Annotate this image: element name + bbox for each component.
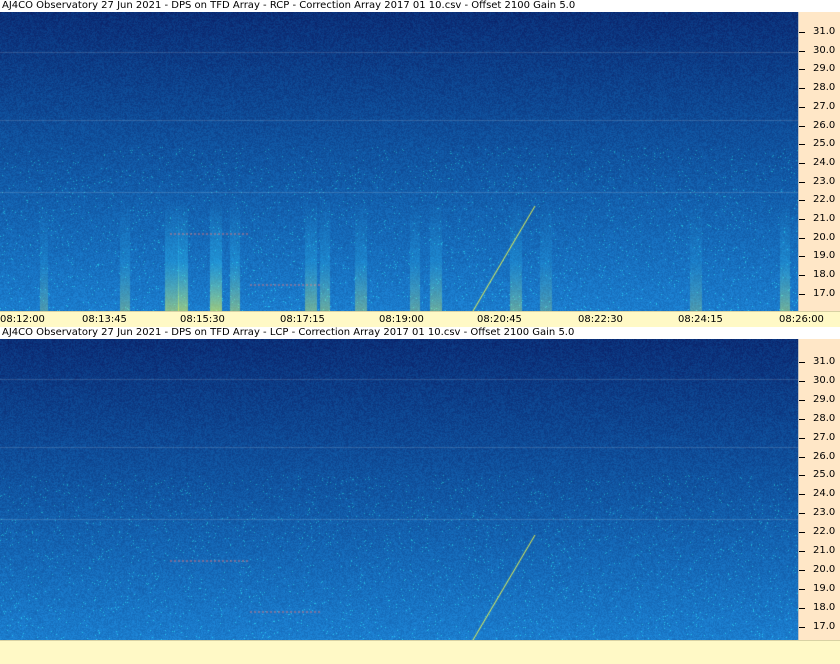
time-axis: 08:12:00 08:13:45 08:15:30 08:17:15 08:19:00…: [0, 311, 840, 327]
frequency-tick-label: 28.0: [813, 82, 836, 94]
frequency-tick: [799, 125, 805, 127]
frequency-tick-label: 22.0: [813, 526, 836, 538]
frequency-tick-label: 30.0: [813, 374, 836, 386]
frequency-tick: [799, 275, 805, 277]
time-tick-label: 08:26:00: [779, 314, 824, 325]
lcp-panel-title: AJ4CO Observatory 27 Jun 2021 - DPS on T…: [0, 327, 840, 339]
lcp-panel: 31.0 30.0 29.0 28.0 27.0 26.0 25.0 24.0 23.0 22.0…: [0, 339, 840, 640]
frequency-tick-label: 22.0: [813, 194, 836, 206]
frequency-tick: [799, 219, 805, 220]
frequency-tick: [799, 588, 805, 590]
rcp-panel-title: AJ4CO Observatory 27 Jun 2021 - DPS on T…: [0, 0, 840, 12]
time-tick-label: 08:17:15: [280, 314, 325, 325]
frequency-tick-label: 18.0: [813, 601, 836, 613]
frequency-tick-label: 19.0: [813, 250, 836, 262]
time-tick-label: 08:24:15: [678, 314, 723, 325]
rcp-panel: 31.0 30.0 29.0 28.0 27.0 26.0 25.0 24.0 23.0 22.0…: [0, 12, 840, 311]
time-tick-label: 08:12:00: [0, 314, 45, 325]
frequency-tick: [799, 69, 805, 71]
spectrogram-viewer: AJ4CO Observatory 27 Jun 2021 - DPS on T…: [0, 0, 840, 664]
frequency-tick: [799, 181, 805, 183]
frequency-tick: [799, 626, 805, 628]
frequency-tick-label: 29.0: [813, 63, 836, 75]
frequency-tick: [799, 494, 805, 496]
frequency-tick: [799, 437, 805, 439]
frequency-tick-label: 20.0: [813, 563, 836, 575]
frequency-tick-label: 26.0: [813, 450, 836, 462]
frequency-tick-label: 20.0: [813, 231, 836, 243]
frequency-tick-label: 24.0: [813, 488, 836, 500]
frequency-tick-label: 31.0: [813, 26, 836, 37]
frequency-tick: [799, 513, 805, 515]
frequency-tick-label: 26.0: [813, 119, 836, 131]
frequency-tick: [799, 380, 805, 382]
frequency-tick-label: 30.0: [813, 44, 836, 56]
frequency-tick-label: 25.0: [813, 469, 836, 481]
rcp-frequency-scale: 31.0 30.0 29.0 28.0 27.0 26.0 25.0 24.0 23.0 22.0…: [798, 12, 840, 311]
frequency-tick: [799, 293, 805, 295]
frequency-tick-label: 18.0: [813, 269, 836, 281]
frequency-tick-label: 27.0: [813, 100, 836, 112]
rcp-spectrogram[interactable]: [0, 12, 798, 311]
bottom-time-strip: [0, 640, 840, 664]
frequency-tick: [799, 551, 805, 552]
frequency-tick-label: 19.0: [813, 582, 836, 594]
frequency-tick: [799, 532, 805, 534]
frequency-tick-label: 24.0: [813, 156, 836, 168]
time-tick-label: 08:15:30: [180, 314, 225, 325]
rcp-spectrogram-canvas[interactable]: [0, 12, 798, 311]
frequency-tick-label: 28.0: [813, 412, 836, 424]
frequency-tick-label: 31.0: [813, 356, 836, 367]
frequency-tick: [799, 569, 805, 571]
frequency-tick: [799, 399, 805, 401]
frequency-tick: [799, 475, 805, 477]
lcp-spectrogram[interactable]: [0, 339, 798, 640]
frequency-tick: [799, 456, 805, 458]
frequency-tick: [799, 237, 805, 239]
frequency-tick: [799, 256, 805, 258]
frequency-tick-label: 17.0: [813, 620, 836, 632]
frequency-tick: [799, 200, 805, 202]
frequency-tick: [799, 362, 805, 363]
frequency-tick: [799, 607, 805, 609]
frequency-tick: [799, 88, 805, 90]
lcp-frequency-scale: 31.0 30.0 29.0 28.0 27.0 26.0 25.0 24.0 23.0 22.0…: [798, 339, 840, 640]
time-tick-label: 08:13:45: [82, 314, 127, 325]
frequency-tick: [799, 418, 805, 420]
frequency-tick-label: 29.0: [813, 393, 836, 405]
frequency-tick-label: 17.0: [813, 287, 836, 299]
frequency-tick: [799, 106, 805, 108]
frequency-tick: [799, 50, 805, 52]
time-tick-label: 08:22:30: [578, 314, 623, 325]
frequency-tick-label: 23.0: [813, 175, 836, 187]
time-tick-label: 08:20:45: [477, 314, 522, 325]
frequency-tick: [799, 144, 805, 146]
frequency-tick-label: 25.0: [813, 138, 836, 150]
lcp-spectrogram-canvas[interactable]: [0, 339, 798, 640]
frequency-tick: [799, 162, 805, 164]
frequency-tick-label: 21.0: [813, 213, 836, 224]
time-tick-label: 08:19:00: [379, 314, 424, 325]
frequency-tick: [799, 32, 805, 33]
frequency-tick-label: 23.0: [813, 507, 836, 519]
frequency-tick-label: 27.0: [813, 431, 836, 443]
frequency-tick-label: 21.0: [813, 545, 836, 556]
